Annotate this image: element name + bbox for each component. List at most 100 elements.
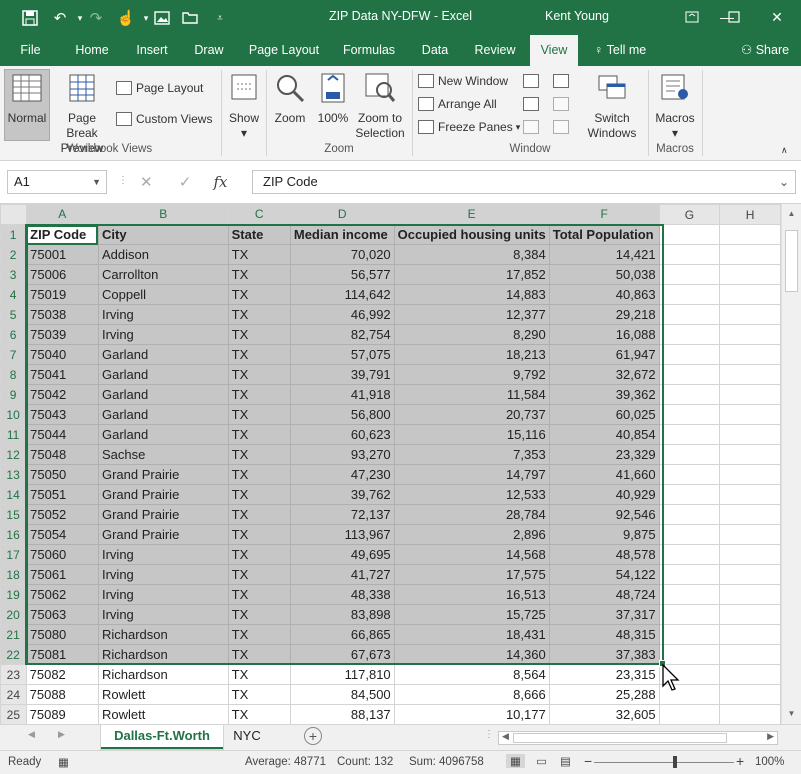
data-cell[interactable]: 14,360 bbox=[393, 644, 550, 665]
horizontal-scroll-thumb[interactable] bbox=[513, 733, 727, 743]
data-cell[interactable]: TX bbox=[227, 484, 291, 505]
row-header[interactable]: 10 bbox=[0, 404, 28, 425]
empty-cell[interactable] bbox=[658, 584, 721, 605]
data-cell[interactable]: Coppell bbox=[97, 284, 229, 305]
header-cell[interactable]: Median income bbox=[289, 224, 395, 245]
data-cell[interactable]: 14,883 bbox=[393, 284, 550, 305]
data-cell[interactable]: 14,797 bbox=[393, 464, 550, 485]
data-cell[interactable]: 67,673 bbox=[289, 644, 395, 665]
worksheet-grid[interactable]: ABCDEFGH 1 ZIP Code City State Median income… bbox=[0, 204, 781, 724]
empty-cell[interactable] bbox=[719, 244, 781, 265]
empty-cell[interactable] bbox=[658, 644, 721, 665]
data-cell[interactable]: TX bbox=[227, 364, 291, 385]
page-layout-status-icon[interactable]: ▭ bbox=[536, 754, 547, 768]
sheet-tab-nyc[interactable]: NYC bbox=[226, 725, 268, 749]
column-header-g[interactable]: G bbox=[658, 204, 721, 225]
macro-record-icon[interactable]: ▦ bbox=[58, 755, 69, 769]
data-cell[interactable]: TX bbox=[227, 324, 291, 345]
data-cell[interactable]: 41,918 bbox=[289, 384, 395, 405]
data-cell[interactable]: TX bbox=[227, 244, 291, 265]
data-cell[interactable]: 93,270 bbox=[289, 444, 395, 465]
switch-windows-button[interactable]: Switch Windows bbox=[580, 72, 644, 141]
empty-cell[interactable] bbox=[658, 404, 721, 425]
row-header[interactable]: 16 bbox=[0, 524, 28, 545]
empty-cell[interactable] bbox=[719, 504, 781, 525]
data-cell[interactable]: 82,754 bbox=[289, 324, 395, 345]
data-cell[interactable]: 17,575 bbox=[393, 564, 550, 585]
zoom-in-icon[interactable]: + bbox=[736, 753, 744, 769]
row-header[interactable]: 8 bbox=[0, 364, 28, 385]
empty-cell[interactable] bbox=[658, 384, 721, 405]
data-cell[interactable]: 37,317 bbox=[548, 604, 660, 625]
collapse-ribbon-icon[interactable]: ∧ bbox=[781, 140, 788, 160]
empty-cell[interactable] bbox=[719, 704, 781, 724]
cancel-entry-icon[interactable]: ✕ bbox=[140, 174, 153, 191]
data-cell[interactable]: 75006 bbox=[25, 264, 99, 285]
row-header[interactable]: 17 bbox=[0, 544, 28, 565]
column-header-a[interactable]: A bbox=[25, 204, 99, 226]
empty-cell[interactable] bbox=[719, 584, 781, 605]
empty-cell[interactable] bbox=[719, 304, 781, 325]
data-cell[interactable]: 12,377 bbox=[393, 304, 550, 325]
row-header[interactable]: 18 bbox=[0, 564, 28, 585]
data-cell[interactable]: Irving bbox=[97, 324, 229, 345]
row-header[interactable]: 21 bbox=[0, 624, 28, 645]
empty-cell[interactable] bbox=[719, 404, 781, 425]
zoom-out-icon[interactable]: − bbox=[584, 753, 592, 769]
data-cell[interactable]: 75081 bbox=[25, 644, 99, 665]
data-cell[interactable]: 75042 bbox=[25, 384, 99, 405]
data-cell[interactable]: TX bbox=[227, 684, 291, 705]
empty-cell[interactable] bbox=[719, 564, 781, 585]
data-cell[interactable]: 75044 bbox=[25, 424, 99, 445]
row-header[interactable]: 19 bbox=[0, 584, 28, 605]
empty-cell[interactable] bbox=[658, 624, 721, 645]
close-icon[interactable]: ✕ bbox=[765, 6, 789, 28]
data-cell[interactable]: Rowlett bbox=[97, 704, 229, 724]
empty-cell[interactable] bbox=[719, 544, 781, 565]
data-cell[interactable]: TX bbox=[227, 404, 291, 425]
data-cell[interactable]: TX bbox=[227, 344, 291, 365]
scroll-down-icon[interactable]: ▼ bbox=[782, 706, 801, 722]
empty-cell[interactable] bbox=[719, 644, 781, 665]
empty-cell[interactable] bbox=[658, 704, 721, 724]
empty-cell[interactable] bbox=[719, 484, 781, 505]
data-cell[interactable]: TX bbox=[227, 464, 291, 485]
scroll-right-icon[interactable]: ▶ bbox=[767, 731, 774, 742]
data-cell[interactable]: 75052 bbox=[25, 504, 99, 525]
empty-cell[interactable] bbox=[719, 264, 781, 285]
macros-button[interactable]: Macros ▾ bbox=[652, 72, 698, 141]
data-cell[interactable]: 61,947 bbox=[548, 344, 660, 365]
data-cell[interactable]: 72,137 bbox=[289, 504, 395, 525]
data-cell[interactable]: Garland bbox=[97, 404, 229, 425]
data-cell[interactable]: 75060 bbox=[25, 544, 99, 565]
data-cell[interactable]: 7,353 bbox=[393, 444, 550, 465]
data-cell[interactable]: 60,623 bbox=[289, 424, 395, 445]
tab-splitter-icon[interactable]: ⋮ bbox=[484, 729, 494, 740]
empty-cell[interactable] bbox=[719, 324, 781, 345]
row-header[interactable]: 22 bbox=[0, 644, 28, 665]
column-header-f[interactable]: F bbox=[548, 204, 660, 226]
ribbon-display-icon[interactable] bbox=[680, 6, 704, 28]
zoom-slider-knob[interactable] bbox=[673, 756, 677, 768]
data-cell[interactable]: 117,810 bbox=[289, 664, 395, 685]
data-cell[interactable]: TX bbox=[227, 704, 291, 724]
data-cell[interactable]: 75040 bbox=[25, 344, 99, 365]
data-cell[interactable]: 17,852 bbox=[393, 264, 550, 285]
data-cell[interactable]: Richardson bbox=[97, 644, 229, 665]
data-cell[interactable]: Carrollton bbox=[97, 264, 229, 285]
data-cell[interactable]: TX bbox=[227, 304, 291, 325]
row-header[interactable]: 5 bbox=[0, 304, 28, 325]
data-cell[interactable]: 41,727 bbox=[289, 564, 395, 585]
data-cell[interactable]: 12,533 bbox=[393, 484, 550, 505]
data-cell[interactable]: Irving bbox=[97, 304, 229, 325]
tell-me-box[interactable]: ♀ Tell me bbox=[594, 35, 646, 66]
data-cell[interactable]: TX bbox=[227, 424, 291, 445]
row-header[interactable]: 3 bbox=[0, 264, 28, 285]
column-header-b[interactable]: B bbox=[97, 204, 229, 226]
tab-page-layout[interactable]: Page Layout bbox=[244, 35, 324, 66]
row-header[interactable]: 24 bbox=[0, 684, 27, 705]
empty-cell[interactable] bbox=[658, 504, 721, 525]
empty-cell[interactable] bbox=[658, 524, 721, 545]
data-cell[interactable]: 46,992 bbox=[289, 304, 395, 325]
empty-cell[interactable] bbox=[719, 444, 781, 465]
